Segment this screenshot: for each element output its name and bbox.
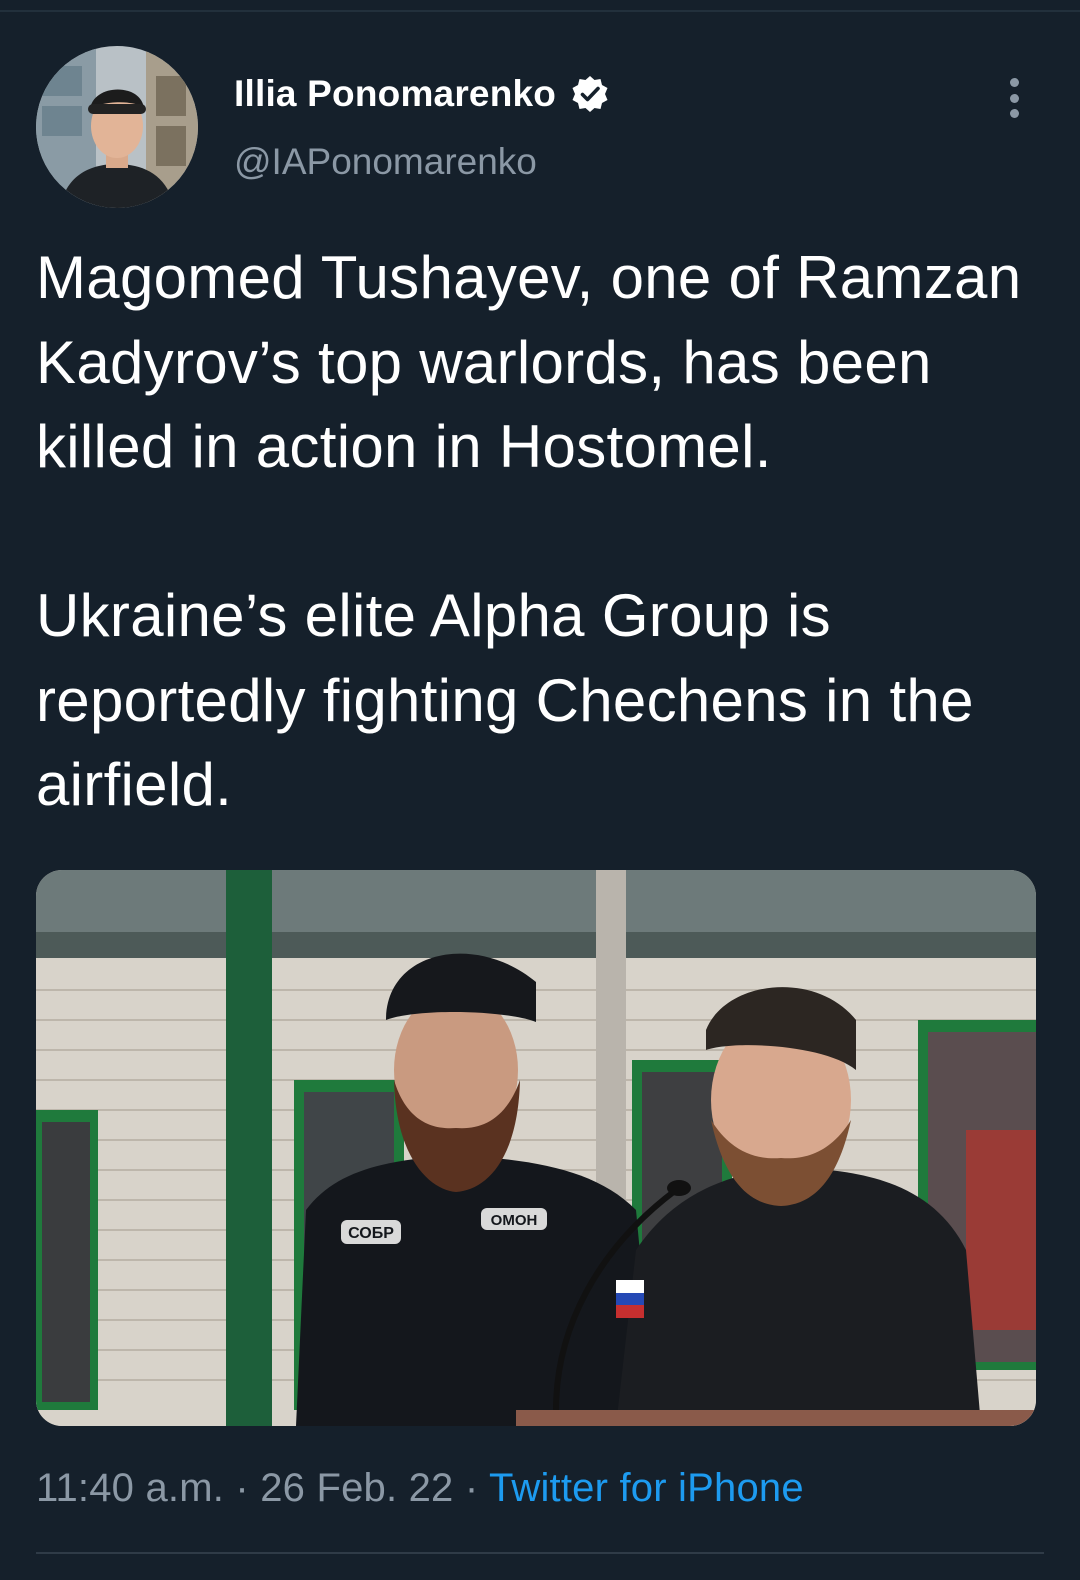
tweet-time[interactable]: 11:40 a.m. <box>36 1466 224 1510</box>
avatar-image <box>36 46 198 208</box>
dot <box>1009 109 1019 118</box>
dot <box>1009 93 1019 103</box>
media-photo: СОБР ОМОН <box>36 870 1036 1426</box>
patch-left-text: СОБР <box>348 1225 394 1242</box>
author-handle[interactable]: @IAPonomarenko <box>234 141 537 183</box>
tweet-media-image[interactable]: СОБР ОМОН <box>36 870 1036 1426</box>
patch-right-text: ОМОН <box>491 1212 538 1229</box>
more-options-icon[interactable] <box>996 72 1032 124</box>
tweet-source-link[interactable]: Twitter for iPhone <box>489 1466 804 1510</box>
author-name[interactable]: Illia Ponomarenko <box>234 73 610 115</box>
ukraine-flag-icon <box>36 504 108 556</box>
verified-badge-icon <box>570 74 610 114</box>
avatar[interactable] <box>36 46 198 208</box>
tweet-paragraph-1: Magomed Tushayev, one of Ramzan Kadyrov’… <box>36 244 1022 480</box>
author-name-text[interactable]: Illia Ponomarenko <box>234 73 556 115</box>
tweet-date[interactable]: 26 Feb. 22 <box>260 1466 453 1510</box>
tweet-meta: 11:40 a.m. · 26 Feb. 22 · Twitter for iP… <box>36 1466 804 1511</box>
meta-separator: · <box>464 1466 479 1510</box>
tweet-paragraph-2-text: Ukraine’s elite Alpha Group is reportedl… <box>36 582 974 818</box>
top-divider <box>0 10 1080 12</box>
tweet-paragraph-2 <box>36 490 1046 575</box>
meta-separator: · <box>235 1466 249 1510</box>
bottom-divider <box>36 1552 1044 1554</box>
dot <box>1009 78 1019 87</box>
tweet-text: Magomed Tushayev, one of Ramzan Kadyrov’… <box>36 236 1046 828</box>
